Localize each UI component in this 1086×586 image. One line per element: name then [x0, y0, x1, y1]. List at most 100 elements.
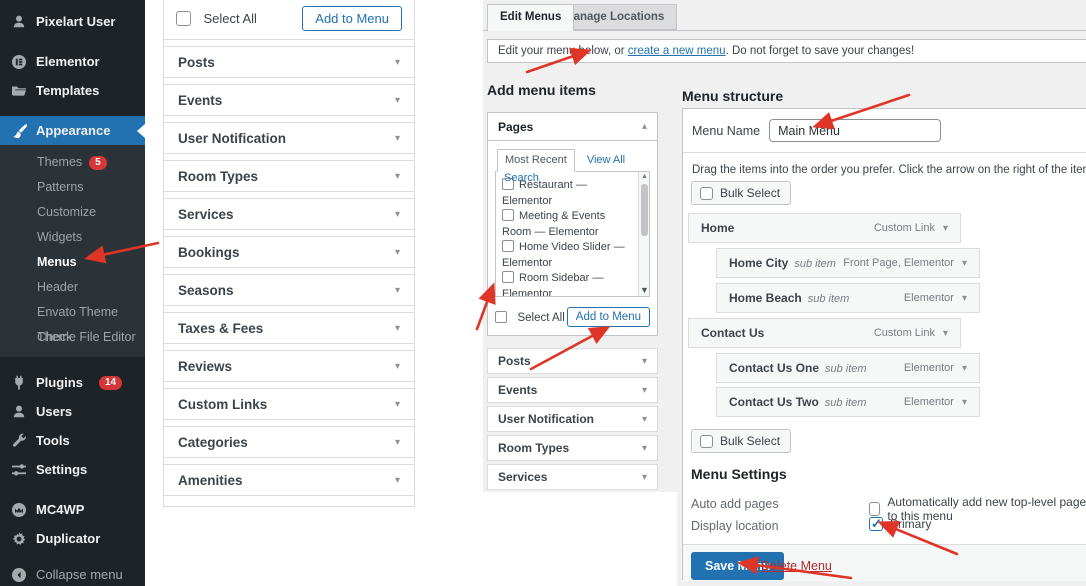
accordion-posts[interactable]: Posts▾	[164, 46, 414, 78]
sidebar-item-appearance[interactable]: Appearance	[0, 116, 145, 145]
page-item[interactable]: Room Sidebar — Elementor	[502, 271, 635, 297]
bulk-select-toggle[interactable]: Bulk Select	[691, 181, 791, 205]
page-checkbox[interactable]	[502, 209, 514, 221]
chevron-down-icon[interactable]: ▾	[962, 258, 967, 269]
scrollbar-thumb[interactable]	[641, 184, 648, 236]
accordion-services[interactable]: Services▾	[164, 198, 414, 230]
wordpress-menus-screen: Pixelart User Elementor Templates Appear…	[0, 0, 1086, 586]
select-all-checkbox[interactable]	[176, 11, 191, 26]
menu-item-home-city[interactable]: Home Citysub item Front Page, Elementor▾	[716, 248, 980, 278]
chevron-down-icon[interactable]: ▾	[943, 328, 948, 339]
accordion-user-notification[interactable]: User Notification▾	[487, 406, 658, 432]
chevron-down-icon: ▾	[395, 57, 400, 68]
accordion-posts[interactable]: Posts▾	[487, 348, 658, 374]
sidebar-item-label: Templates	[36, 83, 99, 98]
accordion-events[interactable]: Events▾	[164, 84, 414, 116]
accordion-custom-links[interactable]: Custom Links▾	[164, 388, 414, 420]
menu-item-contact-us-one[interactable]: Contact Us Onesub item Elementor▾	[716, 353, 980, 383]
sidebar-item-envato-theme-check[interactable]: Envato Theme Check	[0, 300, 145, 325]
chevron-down-icon: ▾	[395, 247, 400, 258]
sidebar-item-duplicator[interactable]: Duplicator	[0, 524, 145, 553]
accordion-taxes-fees[interactable]: Taxes & Fees▾	[164, 312, 414, 344]
chevron-down-icon[interactable]: ▾	[962, 397, 967, 408]
select-all-checkbox[interactable]	[495, 311, 507, 323]
tab-most-recent[interactable]: Most Recent	[497, 149, 575, 172]
accordion-services[interactable]: Services▾	[487, 464, 658, 490]
bulk-select-checkbox[interactable]	[700, 435, 713, 448]
create-new-menu-link[interactable]: create a new menu	[628, 45, 726, 57]
chevron-down-icon: ▾	[395, 437, 400, 448]
tab-view-all[interactable]: View All	[587, 154, 625, 166]
sidebar-item-elementor[interactable]: Elementor	[0, 47, 145, 76]
page-item[interactable]: Meeting & Events Room — Elementor	[502, 209, 635, 240]
pages-panel-header[interactable]: Pages ▴	[488, 113, 657, 141]
admin-sidebar: Pixelart User Elementor Templates Appear…	[0, 0, 145, 586]
scroll-up-icon: ▲	[641, 173, 648, 180]
delete-menu-link[interactable]: Delete Menu	[761, 559, 832, 573]
sidebar-item-mc4wp[interactable]: MC4WP	[0, 495, 145, 524]
sidebar-item-themes[interactable]: Themes5	[0, 150, 145, 175]
sidebar-item-header[interactable]: Header	[0, 275, 145, 300]
accordion-room-types[interactable]: Room Types▾	[487, 435, 658, 461]
sidebar-item-users[interactable]: Users	[0, 397, 145, 426]
chevron-down-icon[interactable]: ▾	[962, 363, 967, 374]
accordion-events[interactable]: Events▾	[487, 377, 658, 403]
chevron-up-icon: ▴	[642, 121, 647, 132]
sidebar-item-label: Pixelart User	[36, 14, 116, 29]
chevron-down-icon: ▾	[395, 171, 400, 182]
menu-name-input[interactable]	[769, 119, 941, 142]
sidebar-item-templates[interactable]: Templates	[0, 76, 145, 105]
menu-item-contact-us-two[interactable]: Contact Us Twosub item Elementor▾	[716, 387, 980, 417]
scrollbar[interactable]: ▲ ▼	[638, 172, 649, 296]
wrench-icon	[10, 432, 27, 449]
sidebar-item-plugins[interactable]: Plugins 14	[0, 368, 145, 397]
notice-text: Edit your menu below, or	[498, 45, 628, 57]
chevron-down-icon: ▾	[642, 472, 647, 483]
menu-structure-heading: Menu structure	[682, 88, 783, 104]
sidebar-item-collapse-menu[interactable]: Collapse menu	[0, 560, 145, 586]
sidebar-item-theme-file-editor[interactable]: Theme File Editor	[0, 325, 145, 350]
sidebar-item-settings[interactable]: Settings	[0, 455, 145, 484]
accordion-amenities[interactable]: Amenities▾	[164, 464, 414, 496]
menu-item-home-beach[interactable]: Home Beachsub item Elementor▾	[716, 283, 980, 313]
sidebar-item-label: Appearance	[36, 123, 110, 138]
sidebar-item-tools[interactable]: Tools	[0, 426, 145, 455]
tab-edit-menus[interactable]: Edit Menus	[487, 4, 574, 31]
accordion-seasons[interactable]: Seasons▾	[164, 274, 414, 306]
users-icon	[10, 403, 27, 420]
add-to-menu-button[interactable]: Add to Menu	[302, 6, 402, 31]
accordion-user-notification[interactable]: User Notification▾	[164, 122, 414, 154]
collapse-arrow-icon	[10, 566, 27, 583]
accordion-categories[interactable]: Categories▾	[164, 426, 414, 458]
chevron-down-icon[interactable]: ▾	[943, 223, 948, 234]
add-to-menu-button[interactable]: Add to Menu	[567, 307, 650, 327]
pages-checklist: Restaurant — Elementor Meeting & Events …	[495, 171, 650, 297]
sidebar-item-menus[interactable]: Menus	[0, 250, 145, 275]
display-location-option[interactable]: Primary	[869, 517, 931, 531]
accordion-reviews[interactable]: Reviews▾	[164, 350, 414, 382]
menu-item-contact-us[interactable]: Contact Us Custom Link▾	[688, 318, 961, 348]
chevron-down-icon: ▾	[395, 361, 400, 372]
sidebar-item-widgets[interactable]: Widgets	[0, 225, 145, 250]
menu-item-home[interactable]: Home Custom Link▾	[688, 213, 961, 243]
sidebar-item-patterns[interactable]: Patterns	[0, 175, 145, 200]
sidebar-item-label: Settings	[36, 462, 87, 477]
bulk-select-checkbox[interactable]	[700, 187, 713, 200]
sidebar-item-label: Users	[36, 404, 72, 419]
accordion-bookings[interactable]: Bookings▾	[164, 236, 414, 268]
tab-search[interactable]: Search	[504, 172, 539, 184]
user-icon	[10, 13, 27, 30]
sidebar-item-customize[interactable]: Customize	[0, 200, 145, 225]
chevron-down-icon[interactable]: ▾	[962, 293, 967, 304]
sidebar-item-pixelart-user[interactable]: Pixelart User	[0, 7, 145, 36]
accordion-room-types[interactable]: Room Types▾	[164, 160, 414, 192]
primary-location-checkbox[interactable]	[869, 517, 883, 531]
auto-add-pages-checkbox[interactable]	[869, 502, 880, 516]
bulk-select-toggle[interactable]: Bulk Select	[691, 429, 791, 453]
page-checkbox[interactable]	[502, 271, 514, 283]
display-location-label: Display location	[691, 519, 779, 533]
notice-bar: Edit your menu below, or create a new me…	[487, 39, 1086, 63]
add-menu-items-panel-zoomed: Select All Add to Menu Posts▾ Events▾ Us…	[163, 0, 415, 507]
page-item[interactable]: Home Video Slider — Elementor	[502, 240, 635, 271]
page-checkbox[interactable]	[502, 240, 514, 252]
